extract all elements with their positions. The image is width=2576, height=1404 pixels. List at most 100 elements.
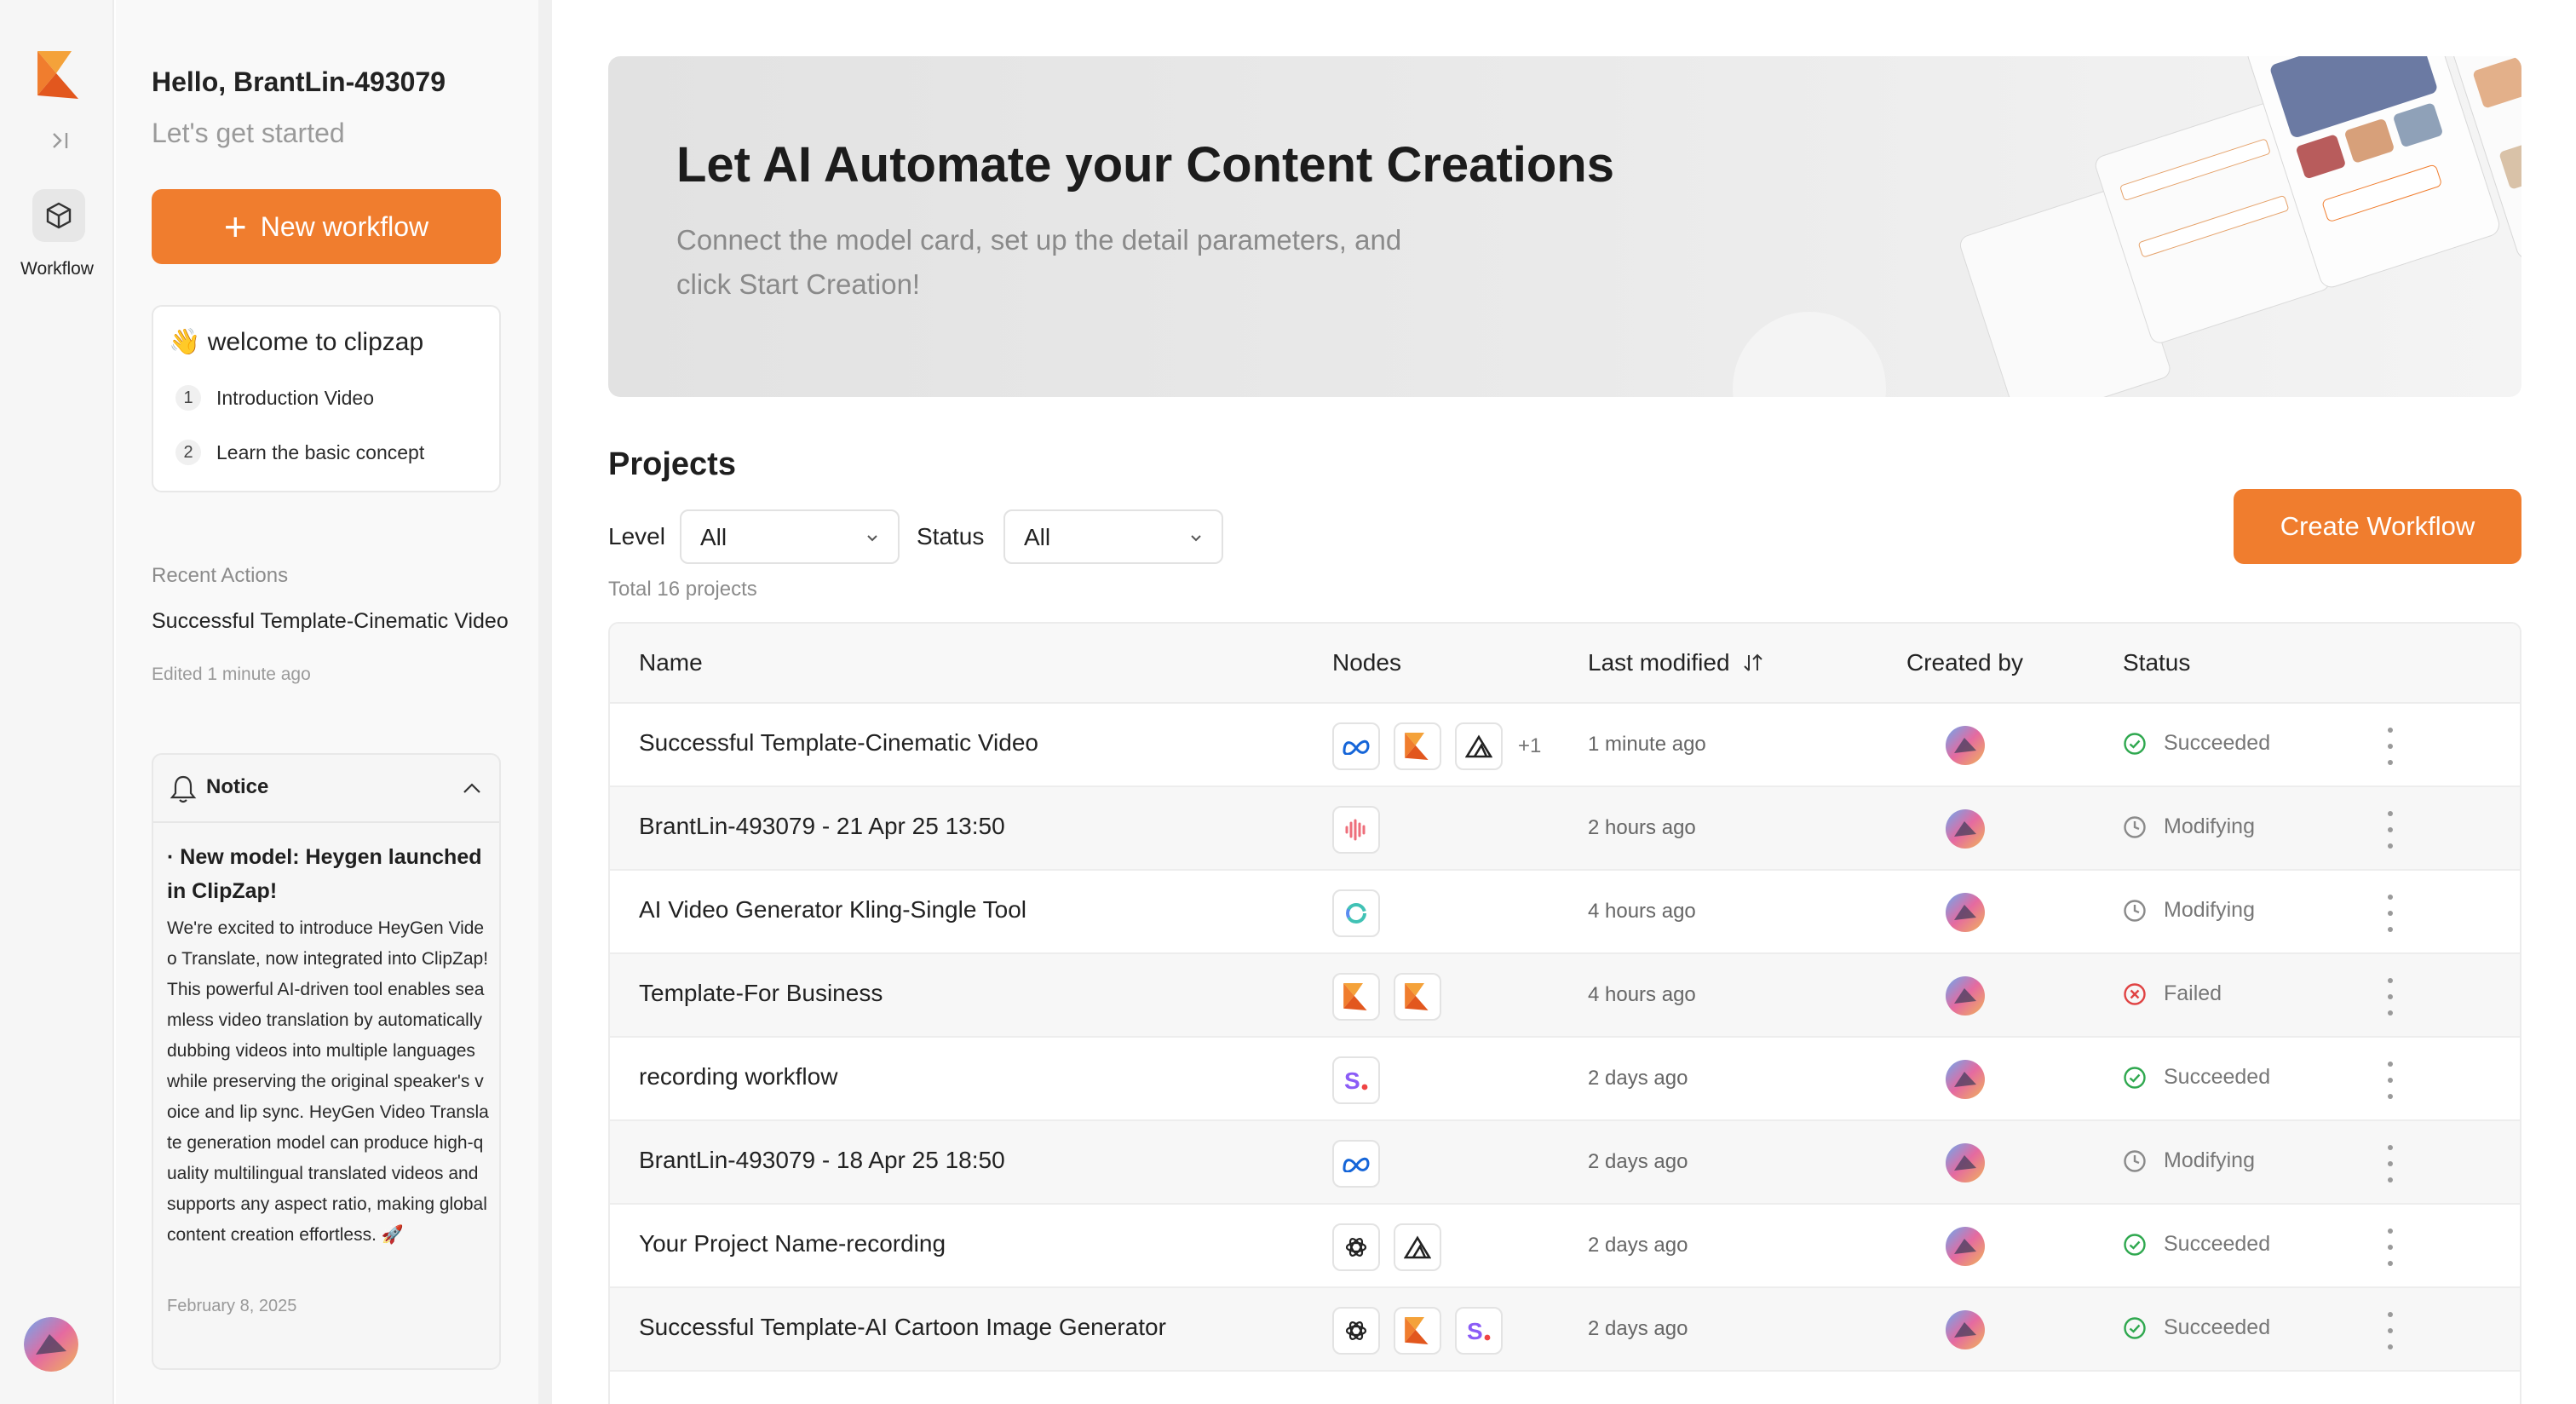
- triangle-icon: [1394, 1223, 1441, 1271]
- openai-icon: [1332, 1223, 1380, 1271]
- sort-icon[interactable]: [1742, 652, 1764, 674]
- clipzap-icon: [1394, 1307, 1441, 1355]
- project-nodes: S: [1332, 1307, 1503, 1355]
- projects-heading: Projects: [608, 446, 736, 482]
- clock-icon: [2123, 899, 2147, 923]
- new-workflow-button[interactable]: + New workflow: [152, 189, 501, 264]
- status-label: Modifying: [2164, 1148, 2255, 1172]
- clipzap-logo[interactable]: [37, 51, 82, 99]
- collapse-sidebar-icon[interactable]: [49, 129, 72, 152]
- status-select-value: All: [1024, 524, 1051, 550]
- success-check-icon: [2123, 732, 2147, 756]
- banner-title: Let AI Automate your Content Creations: [676, 137, 1614, 193]
- clipzap-icon: [1394, 973, 1441, 1021]
- project-nodes: [1332, 1140, 1380, 1188]
- last-modified: 2 days ago: [1588, 1234, 1688, 1257]
- chevron-up-icon[interactable]: [460, 777, 484, 801]
- table-row[interactable]: AI Video Generator Kling-Single Tool 4 ho…: [610, 871, 2520, 954]
- creator-avatar: [1946, 1310, 1985, 1349]
- chevron-down-icon: [867, 535, 877, 542]
- last-modified: 2 days ago: [1588, 1150, 1688, 1173]
- user-avatar[interactable]: [24, 1317, 78, 1372]
- step-number: 1: [175, 385, 201, 411]
- home-sidebar: Hello, BrantLin-493079 Let's get started…: [116, 0, 552, 1404]
- step-number: 2: [175, 440, 201, 465]
- level-select[interactable]: All: [680, 509, 900, 564]
- more-options-icon[interactable]: [2385, 1312, 2395, 1349]
- workflow-nav-button[interactable]: [32, 189, 85, 242]
- more-options-icon[interactable]: [2385, 978, 2395, 1016]
- recent-action-title[interactable]: Successful Template-Cinematic Video: [152, 610, 509, 632]
- meta-icon: [1332, 1140, 1380, 1188]
- clipzap-icon: [1394, 722, 1441, 770]
- creator-avatar: [1946, 893, 1985, 932]
- last-modified: 1 minute ago: [1588, 733, 1706, 756]
- status-badge: Modifying: [2123, 898, 2255, 923]
- project-name[interactable]: BrantLin-493079 - 18 Apr 25 18:50: [639, 1147, 1005, 1174]
- success-check-icon: [2123, 1316, 2147, 1340]
- project-name[interactable]: recording workflow: [639, 1063, 837, 1090]
- openai-icon: [1332, 1307, 1380, 1355]
- project-name[interactable]: Your Project Name-recording: [639, 1230, 946, 1257]
- welcome-title: 👋 welcome to clipzap: [169, 328, 424, 356]
- project-name[interactable]: Successful Template-AI Cartoon Image Gen…: [639, 1314, 1166, 1341]
- meta-icon: [1332, 722, 1380, 770]
- welcome-item-basic-concept[interactable]: 2 Learn the basic concept: [175, 440, 424, 465]
- table-header: Name Nodes Last modified Created by Stat…: [610, 624, 2520, 704]
- more-options-icon[interactable]: [2385, 1228, 2395, 1266]
- project-name[interactable]: Template-For Business: [639, 980, 883, 1007]
- create-workflow-button[interactable]: Create Workflow: [2234, 489, 2521, 564]
- welcome-item-intro-video[interactable]: 1 Introduction Video: [175, 385, 374, 411]
- project-nodes: [1332, 889, 1380, 937]
- sidebar-scrollbar[interactable]: [538, 0, 552, 1404]
- more-options-icon[interactable]: [2385, 1062, 2395, 1099]
- status-label: Failed: [2164, 981, 2222, 1005]
- last-modified: 2 hours ago: [1588, 816, 1696, 839]
- project-name[interactable]: AI Video Generator Kling-Single Tool: [639, 896, 1026, 924]
- table-row[interactable]: Your Project Name-recording 2 days ago Suc…: [610, 1205, 2520, 1288]
- banner-subtitle: Connect the model card, set up the detai…: [676, 224, 1402, 300]
- table-row[interactable]: Template-For Business 4 hours ago Failed: [610, 954, 2520, 1038]
- s-icon: S: [1455, 1307, 1503, 1355]
- table-row[interactable]: BrantLin-493079 - 18 Apr 25 18:50 2 days …: [610, 1121, 2520, 1205]
- table-row[interactable]: Successful Template-Cinematic Video +1 1 m…: [610, 704, 2520, 787]
- last-modified: 4 hours ago: [1588, 900, 1696, 923]
- status-badge: Succeeded: [2123, 1065, 2270, 1090]
- project-nodes: [1332, 973, 1441, 1021]
- kling-icon: [1332, 889, 1380, 937]
- status-badge: Modifying: [2123, 814, 2255, 839]
- workflow-nav-label[interactable]: Workflow: [0, 259, 114, 279]
- status-label: Succeeded: [2164, 1065, 2271, 1089]
- more-options-icon[interactable]: [2385, 895, 2395, 932]
- status-label: Modifying: [2164, 814, 2255, 838]
- column-last-modified[interactable]: Last modified: [1588, 649, 1764, 676]
- status-select[interactable]: All: [1003, 509, 1223, 564]
- project-name[interactable]: Successful Template-Cinematic Video: [639, 729, 1038, 757]
- column-nodes: Nodes: [1332, 649, 1401, 676]
- notice-header[interactable]: Notice: [153, 755, 499, 823]
- table-row[interactable]: BrantLin-493079 - 21 Apr 25 13:50 2 hours…: [610, 787, 2520, 871]
- more-options-icon[interactable]: [2385, 1145, 2395, 1182]
- recent-actions-heading: Recent Actions: [152, 564, 289, 587]
- more-nodes-count: +1: [1518, 734, 1542, 757]
- more-options-icon[interactable]: [2385, 728, 2395, 765]
- project-name[interactable]: BrantLin-493079 - 21 Apr 25 13:50: [639, 813, 1005, 840]
- projects-total: Total 16 projects: [608, 578, 757, 601]
- last-modified: 4 hours ago: [1588, 983, 1696, 1006]
- notice-body: We're excited to introduce HeyGen Video …: [167, 918, 489, 1245]
- product-preview-illustration: [1733, 56, 2521, 397]
- more-options-icon[interactable]: [2385, 811, 2395, 849]
- s-icon: S: [1332, 1056, 1380, 1104]
- table-row[interactable]: recording workflow S 2 days ago Succeeded: [610, 1038, 2520, 1121]
- status-label: Succeeded: [2164, 1232, 2271, 1256]
- column-name[interactable]: Name: [639, 649, 703, 676]
- creator-avatar: [1946, 809, 1985, 849]
- last-modified: 2 days ago: [1588, 1317, 1688, 1340]
- clipzap-icon: [1332, 973, 1380, 1021]
- notice-headline: · New model: Heygen launched in ClipZap!: [167, 845, 482, 903]
- status-label: Succeeded: [2164, 1315, 2271, 1339]
- last-modified: 2 days ago: [1588, 1067, 1688, 1090]
- audio-wave-icon: [1332, 806, 1380, 854]
- creator-avatar: [1946, 976, 1985, 1016]
- table-row[interactable]: Successful Template-AI Cartoon Image Gen…: [610, 1288, 2520, 1372]
